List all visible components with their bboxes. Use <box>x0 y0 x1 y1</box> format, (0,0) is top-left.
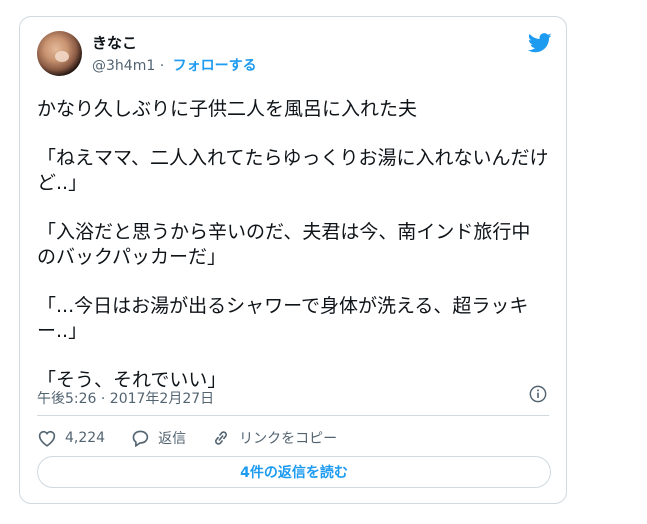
tweet-timestamp[interactable]: 午後5:26 · 2017年2月27日 <box>37 388 214 408</box>
twitter-bird-icon[interactable] <box>528 32 552 54</box>
divider <box>37 415 549 416</box>
tweet-paragraph: 「ねえママ、二人入れてたらゆっくりお湯に入れないんだけど..」 <box>37 147 549 194</box>
tweet-paragraph: かなり久しぶりに子供二人を風呂に入れた夫 <box>37 98 418 120</box>
separator: · <box>159 58 165 74</box>
link-icon <box>215 431 228 445</box>
reply-button[interactable]: 返信 <box>130 428 186 448</box>
info-icon[interactable] <box>529 385 547 403</box>
tweet-text: かなり久しぶりに子供二人を風呂に入れた夫 「ねえママ、二人入れてたらゆっくりお湯… <box>37 97 549 393</box>
like-count: 4,224 <box>65 430 106 446</box>
read-replies-button[interactable]: 4件の返信を読む <box>37 456 551 488</box>
tweet-paragraph: 「入浴だと思うから辛いのだ、夫君は今、南インド旅行中のバックパッカーだ」 <box>37 221 531 268</box>
user-name[interactable]: きなこ <box>92 32 137 53</box>
avatar[interactable] <box>37 31 82 76</box>
user-handle[interactable]: @3h4m1 <box>92 58 155 74</box>
reply-label: 返信 <box>158 431 187 447</box>
tweet-card: きなこ @3h4m1 · フォローする かなり久しぶりに子供二人を風呂に入れた夫… <box>19 16 567 504</box>
copy-link-button[interactable]: リンクをコピー <box>211 428 337 448</box>
like-button[interactable]: 4,224 <box>37 429 105 447</box>
copy-link-label: リンクをコピー <box>239 431 338 447</box>
tweet-paragraph: 「...今日はお湯が出るシャワーで身体が洗える、超ラッキー..」 <box>37 295 529 342</box>
action-bar: 4,224 返信 リンクをコピー <box>37 427 362 449</box>
heart-icon <box>38 430 56 447</box>
reply-icon <box>132 430 149 447</box>
handle-row: @3h4m1 · フォローする <box>92 55 257 75</box>
follow-button[interactable]: フォローする <box>173 58 257 74</box>
